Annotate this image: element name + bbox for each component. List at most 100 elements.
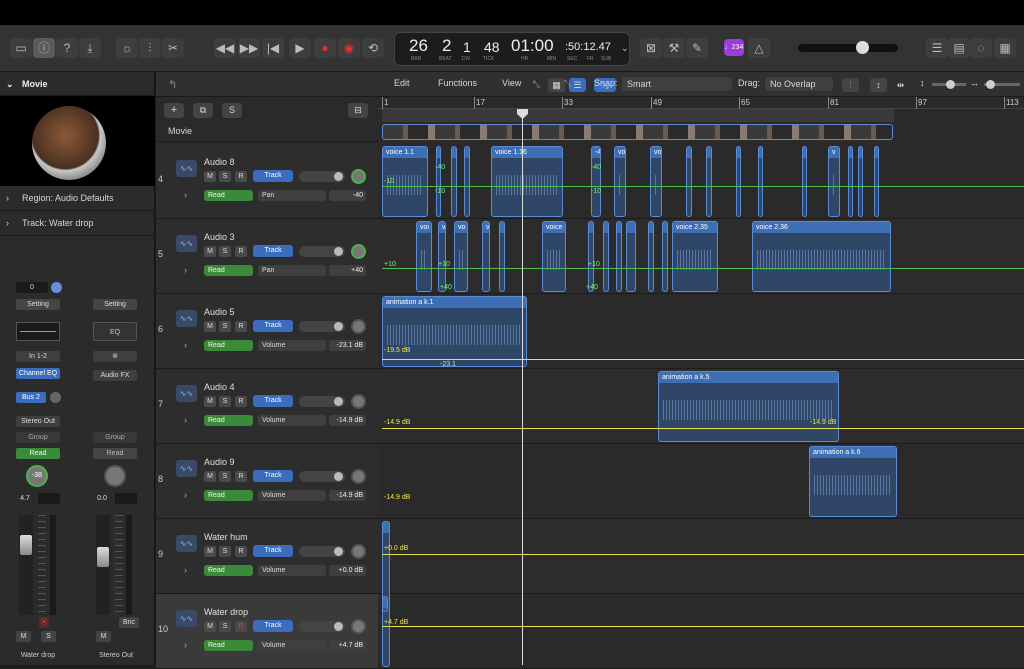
audio-region[interactable]: v [828,146,840,217]
automation-value-field[interactable]: -23.1 dB [329,340,366,351]
track-automation-button[interactable]: Track [253,170,293,182]
duplicate-track-icon[interactable]: ⧉ [193,103,213,118]
horizontal-fit-icon[interactable]: ⇹ [892,78,909,92]
back-arrow-icon[interactable]: ↰ [168,78,177,91]
notepad-icon[interactable]: ▤ [948,38,970,58]
volume-slider[interactable] [299,471,345,482]
audio-region[interactable] [706,146,712,217]
volume-slider[interactable] [299,246,345,257]
pan-automation-line[interactable] [382,268,1024,269]
record-enable-button[interactable]: R [235,396,247,407]
channel-eq-slot[interactable]: Channel EQ [16,368,60,379]
rewind-icon[interactable]: ◀◀ [214,38,236,58]
movie-section-header[interactable]: ⌄ Movie [0,72,155,96]
automation-parameter-menu[interactable]: Volume [258,640,326,651]
track-header-row[interactable]: 7 ∿∿ Audio 4 M S R Track › Read Volume -14.9 dB [156,369,378,444]
track-name[interactable]: Audio 9 [204,457,235,467]
track-header-row[interactable]: 8 ∿∿ Audio 9 M S R Track › Read Volume -14.9 dB [156,444,378,519]
audio-region[interactable] [616,221,622,292]
automation-mode-button[interactable]: Read [204,415,253,426]
pan-automation-line[interactable] [382,186,1024,187]
volume-slider[interactable] [299,171,345,182]
volume-automation-line[interactable] [382,626,1024,627]
mute-button[interactable]: M [204,246,216,257]
volume-automation-line[interactable] [382,428,1024,429]
volume-slider[interactable] [299,396,345,407]
tuner-icon[interactable]: ⚒ [663,38,685,58]
arrange-track-lane[interactable] [378,444,1024,519]
playhead[interactable] [522,109,523,665]
record-enable-button[interactable]: R [235,246,247,257]
right-group-slot[interactable]: Group [93,432,137,443]
capture-record-icon[interactable]: ◉ [338,38,360,58]
left-fader-track[interactable] [19,515,33,615]
list-view-icon[interactable]: ☰ [569,78,586,92]
count-in-icon[interactable]: ⊠ [640,38,662,58]
arrange-track-lane[interactable] [378,519,1024,594]
solo-button[interactable]: S [219,246,231,257]
automation-parameter-menu[interactable]: Pan [258,265,326,276]
pan-knob[interactable] [351,394,366,409]
input-gain-field[interactable]: 0 [16,282,48,293]
library-icon[interactable]: ▭ [10,38,32,58]
audio-region[interactable]: v [482,221,490,292]
mute-button[interactable]: M [204,621,216,632]
left-strip-name[interactable]: Water drop [8,652,68,659]
editors-icon[interactable]: ✂ [162,38,184,58]
solo-button[interactable]: S [219,321,231,332]
record-icon[interactable]: ● [314,38,336,58]
automation-value-field[interactable]: +0.0 dB [329,565,366,576]
audio-region[interactable] [648,221,654,292]
record-enable-button[interactable]: R [235,171,247,182]
left-eq-display[interactable] [16,322,60,341]
audio-region[interactable]: animation a k.5 [658,371,839,442]
automation-mode-button[interactable]: Read [204,640,253,651]
chevron-right-icon[interactable]: › [184,640,187,650]
audio-region[interactable]: vo [454,221,468,292]
audio-region[interactable] [499,221,505,292]
right-mute-button[interactable]: M [96,631,111,642]
chevron-right-icon[interactable]: › [184,340,187,350]
list-editors-icon[interactable]: ☰ [926,38,948,58]
record-enable-button[interactable]: R [235,621,247,632]
audio-region[interactable]: voice 2.36 [752,221,891,292]
audio-region[interactable]: voice 2.35 [672,221,718,292]
mute-button[interactable]: M [204,171,216,182]
audio-region[interactable] [588,221,594,292]
automation-parameter-menu[interactable]: Volume [258,415,326,426]
snap-dropdown[interactable]: Smart [622,77,732,91]
audio-region[interactable]: animation a k.6 [809,446,897,517]
audio-region[interactable] [848,146,853,217]
audio-region[interactable] [736,146,741,217]
mute-button[interactable]: M [204,396,216,407]
automation-value-field[interactable]: -14.9 dB [329,415,366,426]
chevron-right-icon[interactable]: › [184,415,187,425]
volume-slider[interactable] [299,321,345,332]
mute-button[interactable]: M [204,471,216,482]
input-gain-knob[interactable] [51,282,62,293]
track-section-header[interactable]: › Track: Water drop [0,211,155,236]
automation-parameter-menu[interactable]: Volume [258,565,326,576]
right-fader-track[interactable] [96,515,110,615]
track-automation-button[interactable]: Track [253,245,293,257]
record-enable-button[interactable]: R [235,321,247,332]
mixer-icon[interactable]: ⫶ [139,38,161,58]
arrange-track-lane[interactable] [378,594,1024,669]
right-eq-display[interactable]: EQ [93,322,137,341]
track-header-row[interactable]: 4 ∿∿ Audio 8 M S R Track › Read Pan -40 [156,144,378,219]
pan-knob[interactable] [351,469,366,484]
horizontal-zoom-slider[interactable] [984,80,1020,89]
chevron-right-icon[interactable]: › [184,265,187,275]
play-icon[interactable]: ▶ [289,38,311,58]
track-header-row[interactable]: 9 ∿∿ Water hum M S R Track › Read Volume +0.0 dB [156,519,378,594]
record-enable-button[interactable]: R [235,471,247,482]
left-record-enable[interactable]: ⦿ [39,617,49,628]
edit-menu[interactable]: Edit [394,78,410,88]
volume-automation-line[interactable] [382,359,1024,360]
track-automation-button[interactable]: Track [253,545,293,557]
automation-mode-button[interactable]: Read [204,265,253,276]
audio-region[interactable] [382,521,390,667]
automation-mode-button[interactable]: Read [204,490,253,501]
left-fader-handle[interactable] [20,535,32,555]
bounce-button[interactable]: Bnc [119,617,139,628]
